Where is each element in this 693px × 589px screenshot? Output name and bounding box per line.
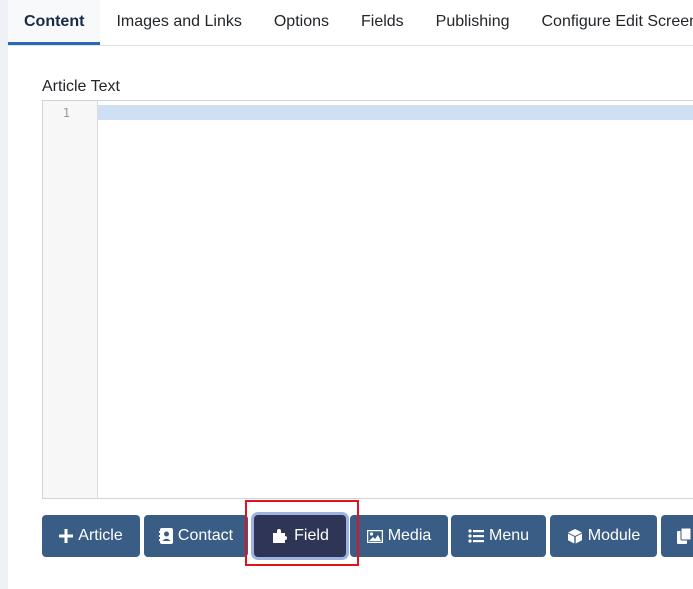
contact-button-label: Contact: [177, 527, 234, 544]
image-icon: [366, 529, 383, 543]
line-number: 1: [62, 106, 70, 120]
tab-bar: Content Images and Links Options Fields …: [8, 0, 693, 46]
article-button-label: Article: [78, 527, 123, 544]
copy-icon: [677, 528, 691, 544]
plus-icon: [59, 529, 74, 543]
copy-button[interactable]: [661, 515, 693, 557]
left-rail: [0, 0, 8, 589]
tab-configure-edit-screen[interactable]: Configure Edit Screen: [526, 0, 693, 45]
active-line-highlight[interactable]: [98, 105, 693, 120]
line-number-gutter: 1: [43, 101, 98, 498]
article-button[interactable]: Article: [42, 515, 140, 557]
media-button[interactable]: Media: [350, 515, 448, 557]
article-text-editor[interactable]: 1: [42, 100, 693, 499]
menu-button[interactable]: Menu: [451, 515, 546, 557]
list-icon: [468, 529, 484, 543]
article-text-label: Article Text: [42, 78, 120, 95]
cube-icon: [567, 529, 582, 544]
field-button-highlight: [245, 500, 359, 566]
tab-images-and-links[interactable]: Images and Links: [100, 0, 257, 45]
media-button-label: Media: [387, 527, 432, 544]
tab-publishing[interactable]: Publishing: [420, 0, 526, 45]
tab-options[interactable]: Options: [258, 0, 345, 45]
module-button[interactable]: Module: [550, 515, 657, 557]
tab-content[interactable]: Content: [8, 0, 101, 45]
menu-button-label: Menu: [488, 527, 530, 544]
tab-fields[interactable]: Fields: [345, 0, 420, 45]
contact-button[interactable]: Contact: [144, 515, 248, 557]
address-card-icon: [158, 528, 173, 544]
module-button-label: Module: [587, 527, 641, 544]
